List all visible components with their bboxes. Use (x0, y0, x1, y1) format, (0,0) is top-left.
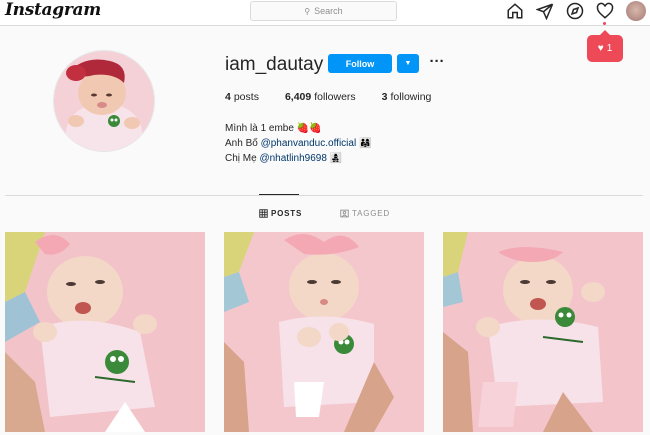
profile-bio: Mình là 1 embe 🍓🍓 Anh Bố @phanvanduc.off… (225, 121, 371, 166)
posts-count: 4 (225, 91, 231, 103)
direct-icon[interactable] (536, 2, 554, 20)
tab-tagged-label: TAGGED (352, 209, 390, 218)
bio-line-2-suffix: 👨‍👩‍👧 (356, 138, 372, 149)
bio-line-1: Mình là 1 embe 🍓🍓 (225, 123, 322, 134)
more-options-button[interactable]: ··· (428, 52, 446, 74)
bio-line-3: Chị Mẹ @nhatlinh9698 👩‍👧‍👦 (225, 151, 371, 166)
chevron-down-icon: ▼ (404, 60, 412, 67)
home-icon[interactable] (506, 2, 524, 20)
mother-mention-link[interactable]: @nhatlinh9698 (259, 153, 326, 164)
following-stat[interactable]: 3 following (382, 91, 432, 103)
tab-posts[interactable]: POSTS (259, 209, 302, 218)
posts-label: posts (233, 91, 259, 103)
notification-badge[interactable]: ♥ 1 (587, 30, 623, 62)
following-count: 3 (381, 91, 388, 103)
notification-count: 1 (606, 43, 613, 54)
bio-line-3-prefix: Chị Mẹ (225, 153, 260, 164)
heart-icon: ♥ (597, 43, 604, 54)
search-placeholder: Search (314, 6, 343, 16)
grid-icon (259, 209, 268, 218)
followers-label: followers (314, 91, 356, 103)
followers-count: 6,409 (284, 91, 312, 103)
post-thumbnail[interactable] (5, 232, 205, 432)
username: iam_dautay (225, 54, 324, 75)
bio-line-3-suffix: 👩‍👧‍👦 (326, 153, 343, 164)
post-thumbnail[interactable] (224, 232, 424, 432)
bio-line-2: Anh Bố @phanvanduc.official 👨‍👩‍👧 (225, 136, 371, 151)
search-input[interactable]: ⚲ Search (250, 1, 397, 21)
instagram-logo[interactable]: Instagram (5, 0, 101, 20)
more-icon: ··· (429, 53, 445, 70)
active-tab-indicator (259, 194, 299, 195)
tab-posts-label: POSTS (271, 209, 303, 218)
post-thumbnail[interactable] (443, 232, 643, 432)
tabs-divider (5, 195, 643, 196)
bio-line-2-prefix: Anh Bố (225, 138, 261, 149)
suggested-dropdown-button[interactable]: ▼ (397, 54, 419, 73)
top-nav: Instagram ⚲ Search (0, 0, 650, 26)
posts-grid (5, 232, 643, 435)
following-label: following (390, 91, 432, 103)
activity-heart-icon[interactable] (596, 2, 614, 20)
follow-button[interactable]: Follow (328, 54, 392, 73)
posts-stat: 4 posts (225, 91, 259, 103)
profile-picture[interactable] (53, 50, 155, 152)
profile-avatar[interactable] (626, 1, 646, 21)
followers-stat[interactable]: 6,409 followers (285, 91, 356, 103)
tab-tagged[interactable]: TAGGED (340, 209, 390, 218)
activity-dot (603, 22, 606, 25)
father-mention-link[interactable]: @phanvanduc.official (261, 138, 357, 149)
profile-stats: 4 posts 6,409 followers 3 following (225, 91, 457, 103)
search-icon: ⚲ (304, 6, 311, 16)
tag-icon (340, 209, 349, 218)
explore-icon[interactable] (566, 2, 584, 20)
